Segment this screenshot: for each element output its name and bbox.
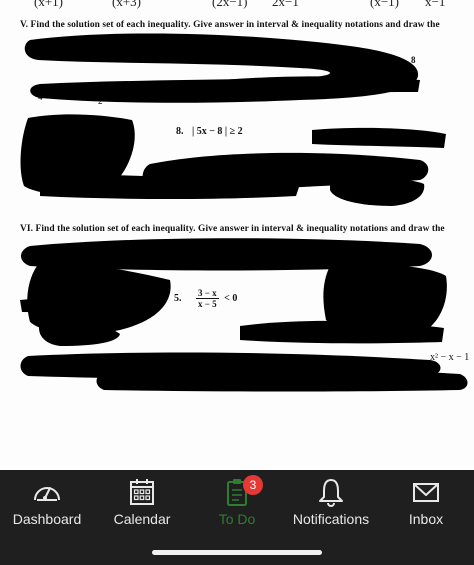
tab-label: Notifications [292,511,370,527]
envelope-icon [413,483,439,502]
tab-inbox[interactable]: Inbox [379,476,473,527]
tab-notifications[interactable]: Notifications [284,476,378,527]
tab-label: Dashboard [12,511,82,527]
tab-label: Calendar [113,511,171,527]
tab-label: Inbox [408,511,444,527]
redaction-stroke [312,127,446,148]
redaction-stroke [200,76,420,94]
bell-icon [319,479,343,507]
tab-label: To Do [218,511,256,527]
worksheet-document: (x+1) (x+3) (2x−1) 2x−1 (x−1) x−1 V. Fin… [0,0,474,470]
redaction-stroke [96,368,468,392]
tab-calendar[interactable]: Calendar [95,476,189,527]
redaction-scribbles [20,33,468,392]
tab-dashboard[interactable]: Dashboard [0,476,94,527]
redaction-stroke [330,177,425,206]
speedometer-icon [34,487,60,501]
calendar-icon [130,479,154,505]
home-indicator[interactable] [152,550,322,555]
todo-count-badge: 3 [243,475,263,495]
tab-to-do[interactable]: 3 To Do [190,475,284,527]
